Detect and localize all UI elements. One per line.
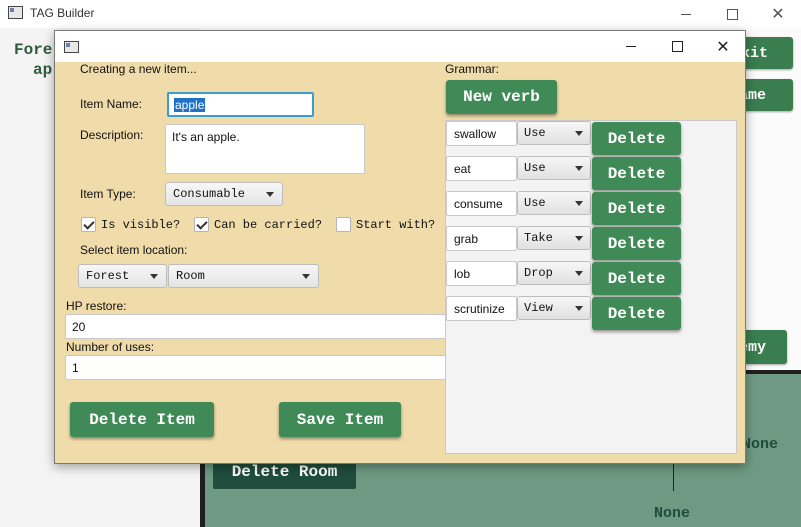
verb-action-select[interactable]: Use bbox=[517, 156, 591, 180]
dialog-titlebar: ✕ bbox=[55, 31, 745, 62]
verb-input[interactable]: consume bbox=[446, 191, 517, 216]
item-type-label: Item Type: bbox=[80, 187, 136, 201]
room-node-none-south: None bbox=[654, 505, 691, 522]
delete-item-button[interactable]: Delete Item bbox=[70, 402, 214, 437]
dialog-maximize-button[interactable] bbox=[654, 31, 700, 62]
location-room-value: Room bbox=[176, 269, 205, 283]
main-maximize-button[interactable] bbox=[709, 0, 755, 28]
number-of-uses-label: Number of uses: bbox=[66, 340, 155, 354]
location-area-select[interactable]: Forest bbox=[78, 264, 167, 288]
main-window-title: TAG Builder bbox=[30, 6, 95, 20]
chevron-down-icon bbox=[575, 271, 583, 276]
verb-action-select[interactable]: Take bbox=[517, 226, 591, 250]
chevron-down-icon bbox=[575, 166, 583, 171]
item-dialog: ✕ Creating a new item... Item Name: appl… bbox=[54, 30, 746, 464]
verb-input[interactable]: swallow bbox=[446, 121, 517, 146]
description-label: Description: bbox=[80, 128, 144, 142]
chevron-down-icon bbox=[575, 201, 583, 206]
verb-action-value: Use bbox=[524, 126, 546, 140]
item-type-select[interactable]: Consumable bbox=[165, 182, 283, 206]
dialog-heading: Creating a new item... bbox=[80, 62, 197, 76]
verb-delete-button[interactable]: Delete bbox=[592, 262, 681, 295]
verb-action-select[interactable]: Drop bbox=[517, 261, 591, 285]
new-verb-button[interactable]: New verb bbox=[446, 80, 557, 114]
verb-action-value: Use bbox=[524, 196, 546, 210]
dialog-window-icon bbox=[64, 41, 79, 53]
chevron-down-icon bbox=[150, 274, 158, 279]
location-area-value: Forest bbox=[86, 269, 130, 283]
main-minimize-button[interactable] bbox=[663, 0, 709, 28]
location-room-select[interactable]: Room bbox=[168, 264, 319, 288]
hp-restore-input[interactable]: 20 bbox=[65, 314, 446, 339]
location-label: Select item location: bbox=[80, 243, 188, 257]
main-left-text: Fore ap bbox=[14, 40, 52, 80]
dialog-minimize-button[interactable] bbox=[608, 31, 654, 62]
checkbox-checked-icon bbox=[194, 217, 209, 232]
chevron-down-icon bbox=[302, 274, 310, 279]
item-name-label: Item Name: bbox=[80, 97, 143, 111]
verb-delete-button[interactable]: Delete bbox=[592, 227, 681, 260]
verb-delete-button[interactable]: Delete bbox=[592, 122, 681, 155]
main-close-button[interactable]: ✕ bbox=[755, 0, 801, 28]
verb-action-value: Use bbox=[524, 161, 546, 175]
verb-action-value: Take bbox=[524, 231, 553, 245]
room-node-none-east: None bbox=[742, 436, 779, 453]
verb-input[interactable]: grab bbox=[446, 226, 517, 251]
verb-action-select[interactable]: View bbox=[517, 296, 591, 320]
grammar-label: Grammar: bbox=[445, 62, 499, 76]
checkbox-unchecked-icon bbox=[336, 217, 351, 232]
verb-input[interactable]: lob bbox=[446, 261, 517, 286]
item-name-value: apple bbox=[174, 97, 206, 112]
verb-action-value: Drop bbox=[524, 266, 553, 280]
verb-input[interactable]: scrutinize bbox=[446, 296, 517, 321]
main-titlebar: TAG Builder ✕ bbox=[0, 0, 801, 28]
carried-checkbox-label: Can be carried? bbox=[214, 217, 323, 232]
number-of-uses-input[interactable]: 1 bbox=[65, 355, 446, 380]
start-with-checkbox[interactable]: Start with? bbox=[336, 217, 435, 232]
carried-checkbox[interactable]: Can be carried? bbox=[194, 217, 322, 232]
verb-delete-button[interactable]: Delete bbox=[592, 192, 681, 225]
visible-checkbox[interactable]: Is visible? bbox=[81, 217, 180, 232]
location-tree-child[interactable]: ap bbox=[14, 60, 52, 80]
verb-list[interactable]: swallow Use Delete eat Use Delete consum… bbox=[445, 120, 737, 454]
chevron-down-icon bbox=[266, 192, 274, 197]
verb-delete-button[interactable]: Delete bbox=[592, 297, 681, 330]
verb-delete-button[interactable]: Delete bbox=[592, 157, 681, 190]
verb-action-value: View bbox=[524, 301, 553, 315]
chevron-down-icon bbox=[575, 306, 583, 311]
chevron-down-icon bbox=[575, 131, 583, 136]
save-item-button[interactable]: Save Item bbox=[279, 402, 401, 437]
app-window-icon bbox=[8, 6, 23, 19]
chevron-down-icon bbox=[575, 236, 583, 241]
hp-restore-label: HP restore: bbox=[66, 299, 127, 313]
verb-input[interactable]: eat bbox=[446, 156, 517, 181]
visible-checkbox-label: Is visible? bbox=[101, 217, 181, 232]
start-with-checkbox-label: Start with? bbox=[356, 217, 436, 232]
description-textarea[interactable]: It's an apple. bbox=[165, 124, 365, 174]
verb-action-select[interactable]: Use bbox=[517, 191, 591, 215]
item-name-input[interactable]: apple bbox=[167, 92, 314, 117]
checkbox-checked-icon bbox=[81, 217, 96, 232]
item-type-value: Consumable bbox=[173, 187, 246, 201]
location-tree-root[interactable]: Fore bbox=[14, 40, 52, 60]
dialog-close-button[interactable]: ✕ bbox=[700, 31, 746, 62]
verb-action-select[interactable]: Use bbox=[517, 121, 591, 145]
